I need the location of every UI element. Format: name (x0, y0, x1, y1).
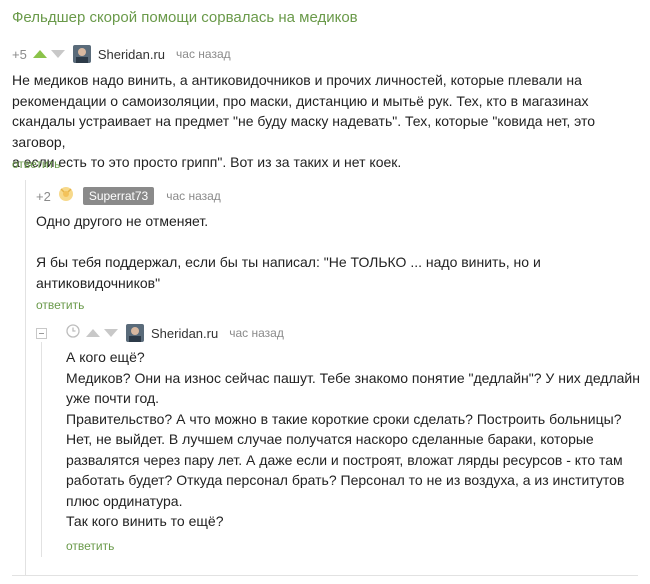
comment-3-text: А кого ещё? Медиков? Они на износ сейчас… (66, 349, 640, 529)
comment-2-reply-link[interactable]: ответить (36, 298, 84, 312)
comment-1-time[interactable]: час назад (176, 47, 231, 61)
clock-icon (66, 323, 80, 343)
comment-2-meta: +2 Superrat73 час назад (36, 186, 221, 206)
comment-3-time[interactable]: час назад (229, 326, 284, 340)
divider (12, 575, 638, 576)
comment-1-author[interactable]: Sheridan.ru (98, 47, 165, 62)
avatar[interactable] (72, 45, 91, 63)
comment-3-meta: Sheridan.ru час назад (66, 323, 284, 343)
comment-2-time[interactable]: час назад (166, 189, 221, 203)
comment-1-meta: +5 Sheridan.ru час назад (12, 44, 231, 64)
comment-2-text: Одно другого не отменяет. Я бы тебя подд… (36, 213, 541, 291)
comment-3-author[interactable]: Sheridan.ru (151, 326, 218, 341)
vote-up-icon[interactable] (32, 50, 47, 58)
collapse-icon[interactable] (36, 328, 47, 339)
comment-1-text: Не медиков надо винить, а антиковидочник… (12, 72, 596, 170)
comment-1-reply-link[interactable]: ответить (12, 157, 60, 171)
vote-up-icon[interactable] (86, 329, 100, 337)
avatar[interactable] (126, 324, 144, 342)
vote-down-icon[interactable] (50, 50, 65, 58)
comment-1-rating: +5 (12, 46, 27, 62)
pending-rating-icon (57, 186, 75, 207)
comment-2-author[interactable]: Superrat73 (82, 187, 155, 205)
comment-2-rating: +2 (36, 188, 51, 204)
thread-line[interactable] (25, 180, 26, 575)
comment-3-reply-link[interactable]: ответить (66, 539, 114, 553)
thread-line-nested[interactable] (41, 342, 42, 557)
vote-down-icon[interactable] (104, 329, 118, 337)
post-title[interactable]: Фельдшер скорой помощи сорвалась на меди… (12, 9, 358, 26)
